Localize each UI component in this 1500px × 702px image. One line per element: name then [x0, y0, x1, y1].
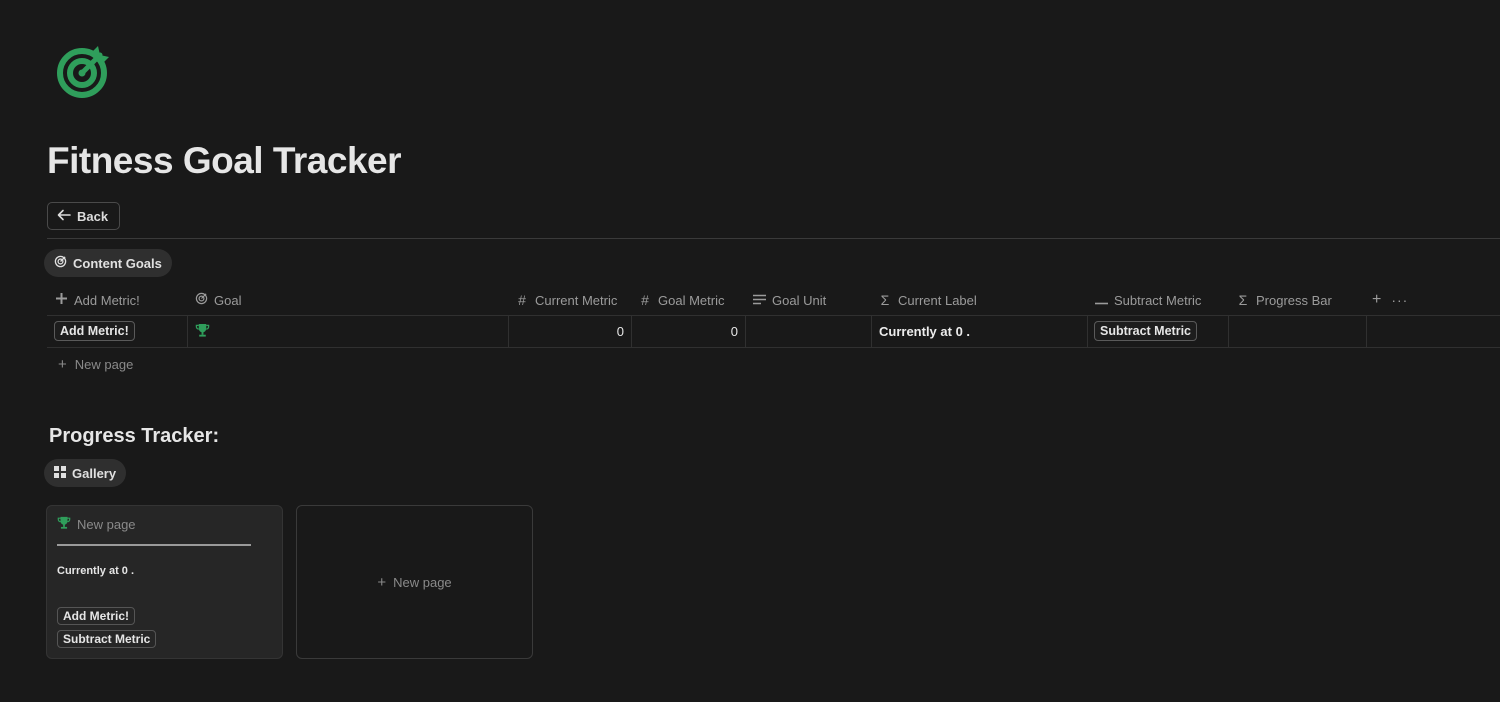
current-label-value: Currently at 0 .	[879, 324, 971, 339]
view-tab-gallery[interactable]: Gallery	[44, 459, 127, 487]
divider	[47, 238, 1500, 239]
column-divider	[187, 315, 188, 347]
column-label: Current Metric	[535, 292, 618, 308]
new-page-label: New page	[74, 357, 134, 372]
column-header-goal[interactable]: Goal	[194, 287, 241, 313]
column-divider	[631, 315, 632, 347]
column-divider	[1228, 315, 1229, 347]
new-page-row-button[interactable]: + New page	[58, 356, 133, 373]
column-divider	[871, 315, 872, 347]
card-add-metric-button[interactable]: Add Metric!	[57, 607, 135, 625]
column-label: Subtract Metric	[1114, 292, 1202, 308]
arrow-left-icon	[57, 208, 71, 225]
column-header-goal-metric[interactable]: # Goal Metric	[638, 287, 724, 313]
add-property-icon[interactable]: +	[1372, 291, 1381, 309]
column-header-goal-unit[interactable]: Goal Unit	[752, 287, 826, 313]
column-label: Add Metric!	[74, 292, 140, 308]
trophy-icon[interactable]	[195, 323, 210, 343]
card-subtract-metric-button[interactable]: Subtract Metric	[57, 630, 157, 648]
column-divider	[1366, 315, 1367, 347]
new-page-button[interactable]: + New page	[297, 506, 532, 658]
view-tab-label: Gallery	[72, 465, 117, 481]
minus-icon	[1094, 292, 1108, 308]
section-heading: Progress Tracker:	[49, 425, 220, 447]
target-icon	[194, 292, 208, 308]
column-label: Goal	[214, 292, 242, 308]
hash-icon: #	[641, 292, 649, 308]
more-options-icon[interactable]: ···	[1391, 292, 1408, 308]
column-header-progress-bar[interactable]: Σ Progress Bar	[1236, 287, 1332, 313]
column-label: Goal Metric	[658, 292, 725, 308]
view-tab-content-goals[interactable]: Content Goals	[44, 249, 172, 277]
column-divider	[1087, 315, 1088, 347]
card-title-text: New page	[77, 517, 136, 532]
new-page-label: New page	[393, 574, 452, 590]
column-label: Current Label	[898, 292, 977, 308]
target-icon	[54, 255, 67, 271]
sigma-icon: Σ	[880, 292, 890, 308]
column-header-add-metric[interactable]: Add Metric!	[54, 287, 140, 313]
column-label: Progress Bar	[1256, 292, 1332, 308]
column-header-current-label[interactable]: Σ Current Label	[878, 287, 977, 313]
target-icon[interactable]	[54, 42, 112, 100]
column-label: Goal Unit	[772, 292, 827, 308]
column-divider	[745, 315, 746, 347]
gallery-card[interactable]: New page Currently at 0 . Add Metric! Su…	[46, 505, 283, 659]
subtract-metric-button[interactable]: Subtract Metric	[1094, 321, 1197, 341]
card-current-label: Currently at 0 .	[57, 565, 135, 577]
add-column-controls: + ···	[1372, 287, 1408, 313]
sigma-icon: Σ	[1238, 292, 1248, 308]
back-button[interactable]: Back	[47, 202, 121, 230]
progress-bar	[57, 544, 251, 546]
card-title: New page	[57, 516, 136, 533]
back-button-label: Back	[77, 208, 109, 224]
column-divider	[508, 315, 509, 347]
current-metric-value[interactable]: 0	[520, 324, 624, 339]
hash-icon: #	[518, 292, 526, 308]
column-header-current-metric[interactable]: # Current Metric	[515, 287, 617, 313]
text-lines-icon	[752, 292, 766, 308]
plus-icon: +	[58, 356, 67, 373]
view-tab-label: Content Goals	[73, 255, 162, 271]
header-divider	[47, 315, 1500, 316]
add-metric-button[interactable]: Add Metric!	[54, 321, 135, 341]
plus-icon	[54, 292, 68, 308]
plus-icon: +	[377, 573, 387, 591]
goal-metric-value[interactable]: 0	[640, 324, 738, 339]
row-divider	[47, 347, 1500, 348]
gallery-grid-icon	[54, 465, 66, 481]
trophy-icon	[57, 516, 71, 533]
column-header-subtract-metric[interactable]: Subtract Metric	[1094, 287, 1201, 313]
new-gallery-card[interactable]: + New page	[296, 505, 533, 659]
page-title: Fitness Goal Tracker	[47, 140, 402, 181]
